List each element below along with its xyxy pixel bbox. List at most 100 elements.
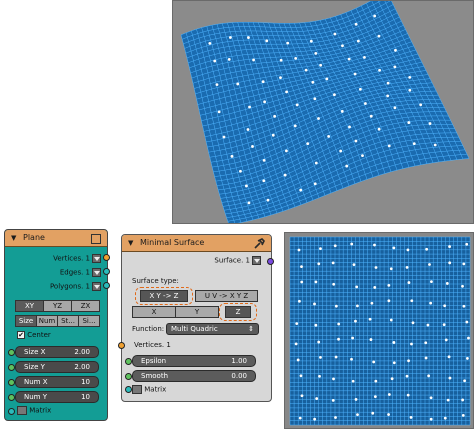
- matrix-icon[interactable]: [132, 385, 142, 394]
- vertex-point: [318, 374, 321, 378]
- collapse-chevron-icon[interactable]: ▼: [11, 234, 16, 242]
- dropdown-arrow-icon[interactable]: [92, 254, 101, 263]
- vertices-output-socket[interactable]: [103, 254, 110, 261]
- vertex-point: [425, 247, 429, 251]
- function-select[interactable]: Multi Quadric ⇕: [166, 323, 259, 335]
- num-y-field[interactable]: Num Y 10: [15, 391, 99, 403]
- dropdown-arrow-icon[interactable]: [92, 282, 101, 291]
- matrix-icon[interactable]: [17, 406, 27, 415]
- edges-output-socket[interactable]: [103, 268, 110, 275]
- vertex-point: [227, 57, 231, 61]
- vertex-point: [331, 261, 335, 265]
- vertex-point: [313, 182, 317, 186]
- tab-size[interactable]: Size: [15, 315, 37, 327]
- vertex-point: [389, 267, 393, 271]
- vertex-point: [337, 322, 341, 326]
- num-y-input-socket[interactable]: [8, 394, 15, 401]
- size-x-input-socket[interactable]: [8, 349, 15, 356]
- vertex-point: [299, 188, 303, 192]
- vertex-point: [248, 105, 251, 109]
- matrix-input-socket[interactable]: [8, 408, 15, 415]
- vertex-point: [448, 261, 452, 265]
- vertex-point: [263, 100, 266, 104]
- viewport-3d-top-view[interactable]: [284, 232, 474, 429]
- vertices-input-socket[interactable]: [118, 342, 125, 349]
- polygons-output-socket[interactable]: [103, 282, 110, 289]
- vertex-point: [299, 374, 303, 378]
- vertex-point: [273, 114, 277, 118]
- vertex-point: [443, 416, 447, 420]
- surface-mesh-top-view: [289, 236, 471, 426]
- tab-yz[interactable]: YZ: [43, 300, 72, 312]
- collapse-chevron-icon[interactable]: ▼: [128, 239, 133, 247]
- vertex-point: [377, 127, 381, 131]
- plane-node[interactable]: ▼ Plane Vertices. 1 Edges. 1 Polygons. 1…: [4, 229, 110, 421]
- minimal-surface-node[interactable]: ▼ Minimal Surface Surface. 1 Surface typ…: [118, 234, 274, 402]
- vertex-point: [370, 301, 374, 305]
- num-x-label: Num X: [24, 378, 48, 386]
- minimal-surface-title: Minimal Surface: [140, 238, 205, 247]
- dropdown-arrow-icon[interactable]: [92, 268, 101, 277]
- epsilon-field[interactable]: Epsilon 1.00: [132, 355, 256, 367]
- num-x-field[interactable]: Num X 10: [15, 376, 99, 388]
- function-value: Multi Quadric: [171, 325, 218, 333]
- tab-num[interactable]: Num: [36, 315, 58, 327]
- size-y-field[interactable]: Size Y 2.00: [15, 361, 99, 373]
- vertex-point: [215, 83, 219, 86]
- center-label: Center: [27, 331, 51, 339]
- vertex-point: [372, 360, 376, 364]
- dropdown-arrow-icon[interactable]: [252, 256, 261, 265]
- vertex-point: [377, 34, 381, 38]
- vertex-point: [279, 76, 282, 80]
- minimal-surface-header[interactable]: ▼ Minimal Surface: [122, 235, 271, 252]
- vertex-point: [407, 121, 411, 124]
- smooth-value: 0.00: [231, 372, 247, 380]
- viewport-3d-top[interactable]: [172, 0, 474, 224]
- node-wrench-icon[interactable]: [253, 238, 265, 249]
- vertex-point: [304, 68, 308, 72]
- smooth-field[interactable]: Smooth 0.00: [132, 370, 256, 382]
- num-x-input-socket[interactable]: [8, 379, 15, 386]
- axis-y-button[interactable]: Y: [175, 306, 219, 318]
- vertex-point: [325, 77, 329, 81]
- smooth-input-socket[interactable]: [125, 373, 132, 380]
- output-surface: Surface. 1: [214, 256, 261, 265]
- vertex-point: [405, 374, 409, 378]
- axis-x-button[interactable]: X: [132, 306, 176, 318]
- vertex-point: [406, 248, 410, 252]
- tab-zx[interactable]: ZX: [71, 300, 100, 312]
- vertex-point: [407, 281, 411, 284]
- axis-z-button[interactable]: Z: [225, 306, 251, 318]
- vertex-point: [427, 374, 431, 378]
- vertex-point: [298, 416, 302, 420]
- node-preview-checkbox[interactable]: [91, 234, 101, 244]
- size-x-field[interactable]: Size X 2.00: [15, 346, 99, 358]
- smooth-label: Smooth: [141, 372, 169, 380]
- surface-type-uv-xyz-button[interactable]: U V -> X Y Z: [195, 290, 258, 302]
- vertex-point: [319, 247, 322, 251]
- vertex-point: [337, 337, 340, 341]
- vertex-point: [394, 48, 397, 52]
- matrix-input-socket[interactable]: [125, 386, 132, 393]
- plane-node-header[interactable]: ▼ Plane: [5, 230, 107, 247]
- vertex-point: [252, 58, 255, 62]
- vertex-point: [408, 76, 412, 79]
- epsilon-input-socket[interactable]: [125, 358, 132, 365]
- vertex-point: [217, 110, 221, 114]
- tab-si[interactable]: Si...: [78, 315, 100, 327]
- surface-type-xy-z-button[interactable]: X Y -> Z: [140, 290, 188, 302]
- tab-xy[interactable]: XY: [15, 300, 44, 312]
- vertex-point: [271, 133, 275, 137]
- vertex-point: [319, 355, 322, 359]
- num-x-value: 10: [81, 378, 90, 386]
- surface-output-socket[interactable]: [267, 258, 274, 265]
- vertex-point: [266, 198, 270, 202]
- vertex-point: [448, 245, 451, 248]
- size-y-input-socket[interactable]: [8, 364, 15, 371]
- center-checkbox[interactable]: ✔: [17, 331, 25, 339]
- tab-step[interactable]: St...: [57, 315, 79, 327]
- vertex-point: [286, 41, 290, 45]
- vertex-point: [419, 103, 423, 107]
- vertex-point: [364, 102, 367, 105]
- vertex-point: [356, 39, 360, 43]
